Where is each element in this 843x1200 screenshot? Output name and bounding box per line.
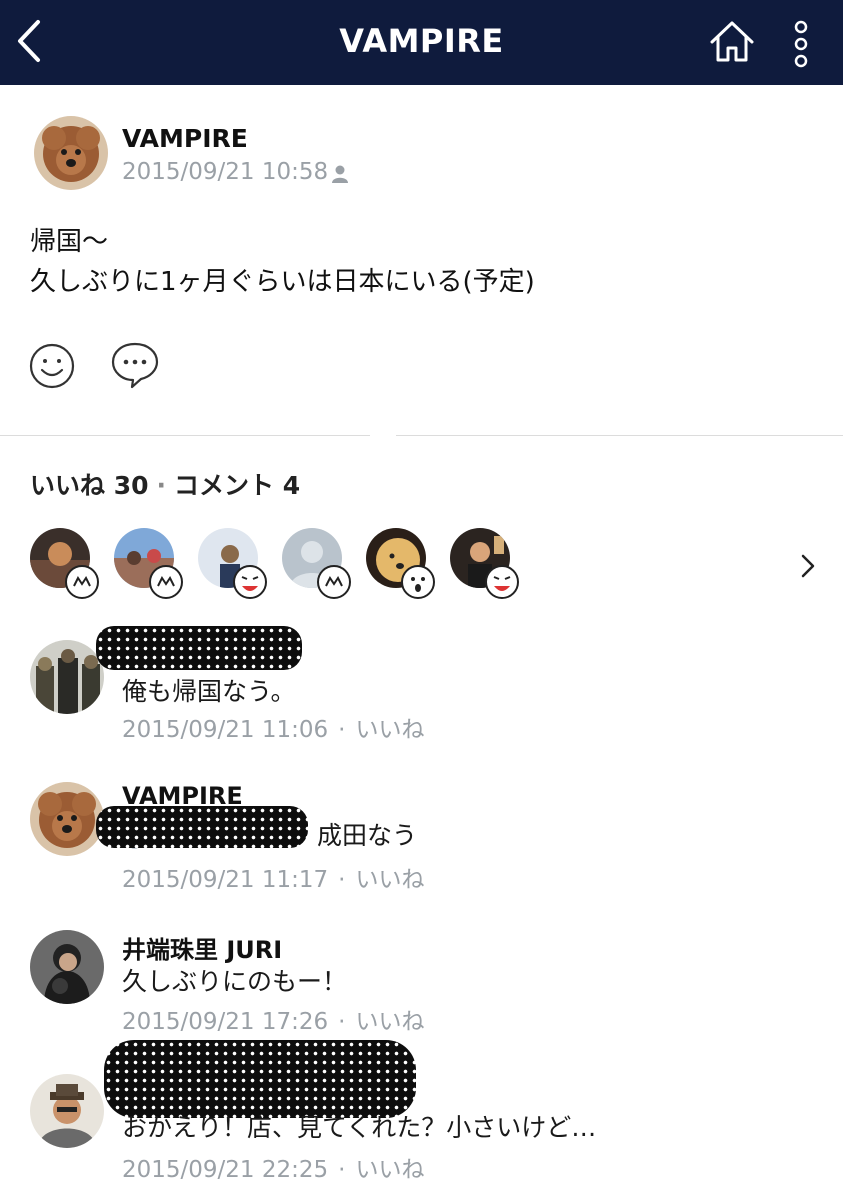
laughing-sticker-icon [485,565,519,599]
chevron-right-icon[interactable] [798,552,818,580]
meta-separator: · [338,1157,346,1183]
liker-avatar[interactable] [114,528,183,599]
laughing-sticker-icon [233,565,267,599]
commenter-avatar[interactable] [30,930,104,1004]
comment-text: 久しぶりにのもー！ [122,967,348,996]
comment-timestamp: 2015/09/21 22:25 [122,1157,329,1183]
comments-count[interactable]: コメント 4 [174,471,300,500]
comment-timestamp: 2015/09/21 11:06 [122,717,329,743]
divider [0,435,370,436]
commenter-name[interactable]: 井端珠里 JURI [122,930,282,965]
comment-like-button[interactable]: いいね [355,1157,424,1183]
post-body-line: 帰国〜 [30,227,109,257]
liker-avatar[interactable] [450,528,519,599]
commenter-avatar[interactable] [30,640,104,714]
redacted-mention [96,806,308,848]
comment-meta: 2015/09/21 17:26 · いいね [122,1002,424,1036]
comment-bubble-icon[interactable] [110,340,160,390]
author-avatar[interactable] [34,116,108,190]
comment-text-rest: 成田なう [317,821,418,850]
commenter-avatar[interactable] [30,1074,104,1148]
comment-text: おかえり！店、見てくれた？小さいけど… [122,1113,597,1142]
redacted-commenter-name [104,1040,416,1118]
more-options-icon[interactable] [790,20,812,68]
surprised-sticker-icon [401,565,435,599]
liker-avatar[interactable] [30,528,99,599]
divider [396,435,843,436]
home-icon[interactable] [708,18,756,64]
comment-meta: 2015/09/21 11:17 · いいね [122,860,424,894]
meta-separator: · [338,867,346,893]
redacted-commenter-name [96,626,302,670]
post-body: 帰国〜 久しぶりに1ヶ月ぐらいは日本にいる(予定) [30,222,535,302]
liker-avatar[interactable] [198,528,267,599]
post-timestamp: 2015/09/21 10:58 [122,159,329,185]
liker-avatar[interactable] [366,528,435,599]
app-header: VAMPIRE [0,0,843,85]
post-author-name[interactable]: VAMPIRE [122,124,248,153]
post-body-line: 久しぶりに1ヶ月ぐらいは日本にいる(予定) [30,267,535,297]
commenter-avatar[interactable] [30,782,104,856]
likes-comments-count[interactable]: いいね 30 · コメント 4 [30,466,300,502]
comment-meta: 2015/09/21 22:25 · いいね [122,1150,424,1184]
comment-timestamp: 2015/09/21 11:17 [122,867,329,893]
comment-like-button[interactable]: いいね [355,867,424,893]
privacy-person-icon [332,165,348,183]
comment-like-button[interactable]: いいね [355,717,424,743]
stats-separator: · [156,471,167,500]
meta-separator: · [338,1009,346,1035]
thumbs-up-sticker-icon [317,565,351,599]
meta-separator: · [338,717,346,743]
thumbs-up-sticker-icon [65,565,99,599]
thumbs-up-sticker-icon [149,565,183,599]
liker-avatar[interactable] [282,528,351,599]
comment-timestamp: 2015/09/21 17:26 [122,1009,329,1035]
smiley-react-icon[interactable] [28,342,76,390]
comment-text: 俺も帰国なう。 [122,677,296,706]
likes-count[interactable]: いいね 30 [30,471,149,500]
comment-like-button[interactable]: いいね [355,1009,424,1035]
comment-meta: 2015/09/21 11:06 · いいね [122,710,424,744]
